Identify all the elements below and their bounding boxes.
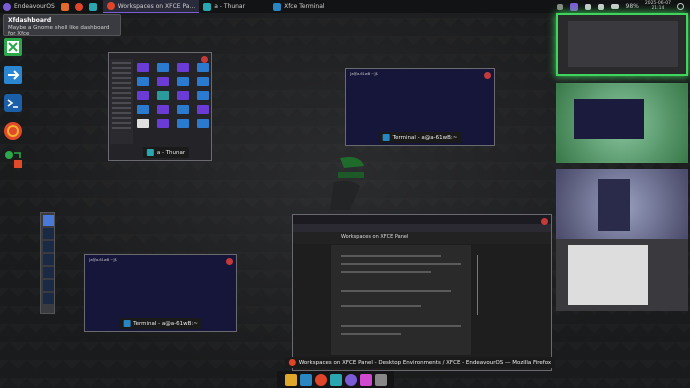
network-icon[interactable] bbox=[584, 3, 591, 10]
terminal-icon bbox=[273, 2, 282, 11]
dock-app-workspace-switcher[interactable] bbox=[2, 148, 24, 170]
power-button[interactable] bbox=[674, 0, 690, 13]
shuffle-icon bbox=[5, 151, 22, 168]
forum-content bbox=[331, 245, 471, 355]
app-menu-label: EndeavourOS bbox=[14, 3, 55, 10]
taskbar-item-label: Xfce Terminal bbox=[284, 3, 325, 10]
clock[interactable]: 2025-06-07 21:14 bbox=[642, 0, 674, 13]
dock-app-updater[interactable] bbox=[2, 120, 24, 142]
window-terminal-top[interactable]: [a@a-61wB ~]$ Terminal - a@a-61wB:~ bbox=[345, 68, 495, 146]
top-panel: EndeavourOS Workspaces on XFCE Pa... a -… bbox=[0, 0, 690, 13]
bottom-dock bbox=[277, 371, 394, 388]
dashboard-tooltip: Xfdashboard Maybe a Gnome shell like das… bbox=[3, 14, 121, 37]
taskbar-item-thunar[interactable]: a - Thunar bbox=[199, 0, 249, 13]
window-label-text: a - Thunar bbox=[156, 149, 186, 156]
app-menu-button[interactable]: EndeavourOS bbox=[0, 0, 58, 13]
close-icon[interactable] bbox=[484, 72, 491, 79]
mini-workspace-list bbox=[40, 212, 55, 314]
workspace-3[interactable] bbox=[556, 169, 688, 243]
mini-workspace[interactable] bbox=[43, 254, 54, 265]
window-label-text: Terminal - a@a-61wB:~ bbox=[392, 134, 458, 141]
files-icon[interactable] bbox=[329, 373, 342, 386]
dock-app-spreadsheet[interactable] bbox=[2, 36, 24, 58]
left-dock bbox=[2, 36, 28, 176]
firefox-icon[interactable] bbox=[74, 2, 83, 11]
mini-workspace[interactable] bbox=[43, 293, 54, 304]
dock-app-logout[interactable] bbox=[2, 64, 24, 86]
clock-time: 21:14 bbox=[651, 6, 665, 11]
mini-workspace[interactable] bbox=[43, 241, 54, 252]
mini-workspace[interactable] bbox=[43, 280, 54, 291]
spreadsheet-icon bbox=[4, 38, 22, 56]
endeavouros-icon bbox=[3, 2, 11, 11]
forum-header bbox=[293, 232, 551, 244]
thunar-sidebar bbox=[110, 59, 133, 144]
window-label: Terminal - a@a-61wB:~ bbox=[119, 318, 202, 329]
taskbar-item-label: Workspaces on XFCE Pa... bbox=[117, 2, 196, 10]
power-icon bbox=[677, 3, 684, 10]
window-label-text: Terminal - a@a-61wB:~ bbox=[133, 320, 198, 327]
terminal-icon bbox=[382, 134, 390, 141]
firefox-icon[interactable] bbox=[314, 373, 327, 386]
workspace-1[interactable] bbox=[556, 13, 688, 76]
firefox-icon bbox=[106, 2, 115, 10]
firefox-tabbar bbox=[293, 215, 551, 224]
thunar-icon bbox=[146, 149, 154, 156]
systray: 98% bbox=[554, 0, 642, 13]
window-label: Terminal - a@a-61wB:~ bbox=[378, 132, 462, 143]
dock-app-terminal[interactable] bbox=[2, 92, 24, 114]
mini-workspace[interactable] bbox=[43, 267, 54, 278]
close-icon[interactable] bbox=[226, 258, 233, 265]
logout-icon bbox=[4, 66, 22, 84]
terminal-icon bbox=[4, 94, 22, 112]
firefox-urlbar bbox=[293, 224, 551, 232]
endeavouros-logo bbox=[320, 150, 370, 214]
tooltip-title: Xfdashboard bbox=[8, 17, 52, 24]
window-terminal-bottom[interactable]: [a@a-61wB ~]$ Terminal - a@a-61wB:~ bbox=[84, 254, 237, 332]
terminal-prompt: [a@a-61wB ~]$ bbox=[350, 72, 378, 76]
quick-launchers bbox=[58, 0, 103, 13]
terminal-prompt: [a@a-61wB ~]$ bbox=[89, 258, 117, 262]
notification-icon[interactable] bbox=[556, 3, 563, 10]
close-icon[interactable] bbox=[201, 56, 208, 63]
monitor-icon[interactable] bbox=[284, 373, 297, 386]
terminal-icon[interactable] bbox=[299, 373, 312, 386]
workspace-switcher bbox=[555, 13, 690, 388]
folder-icon[interactable] bbox=[60, 2, 69, 11]
workspace-2[interactable] bbox=[556, 83, 688, 163]
window-label-text: Workspaces on XFCE Panel - Desktop Envir… bbox=[298, 359, 552, 366]
firefox-icon bbox=[288, 359, 296, 366]
search-icon[interactable] bbox=[344, 373, 357, 386]
thunar-file-grid bbox=[137, 63, 211, 128]
window-label: Workspaces on XFCE Panel - Desktop Envir… bbox=[284, 357, 556, 368]
mini-workspace[interactable] bbox=[43, 228, 54, 239]
app-icon[interactable] bbox=[359, 373, 372, 386]
thunar-icon bbox=[203, 2, 212, 11]
battery-icon[interactable] bbox=[610, 4, 619, 9]
close-icon[interactable] bbox=[541, 218, 548, 225]
updater-icon bbox=[4, 122, 22, 140]
app-indicator-icon[interactable] bbox=[569, 2, 578, 11]
volume-icon[interactable] bbox=[597, 3, 604, 10]
window-firefox[interactable]: Workspaces on XFCE Panel Workspaces on X… bbox=[284, 214, 556, 371]
terminal-icon bbox=[123, 320, 131, 327]
mini-workspace[interactable] bbox=[43, 215, 54, 226]
battery-percent: 98% bbox=[625, 3, 639, 10]
taskbar-item-label: a - Thunar bbox=[214, 3, 246, 10]
thunar-icon[interactable] bbox=[88, 2, 97, 11]
window-thunar[interactable]: a - Thunar bbox=[108, 52, 212, 161]
taskbar-item-terminal[interactable]: Xfce Terminal bbox=[269, 0, 328, 13]
workspace-4[interactable] bbox=[556, 239, 688, 311]
window-label: a - Thunar bbox=[142, 147, 190, 158]
forum-timeline bbox=[475, 245, 495, 325]
settings-icon[interactable] bbox=[374, 373, 387, 386]
page-title: Workspaces on XFCE Panel bbox=[341, 234, 409, 240]
taskbar-item-firefox[interactable]: Workspaces on XFCE Pa... bbox=[102, 0, 200, 13]
